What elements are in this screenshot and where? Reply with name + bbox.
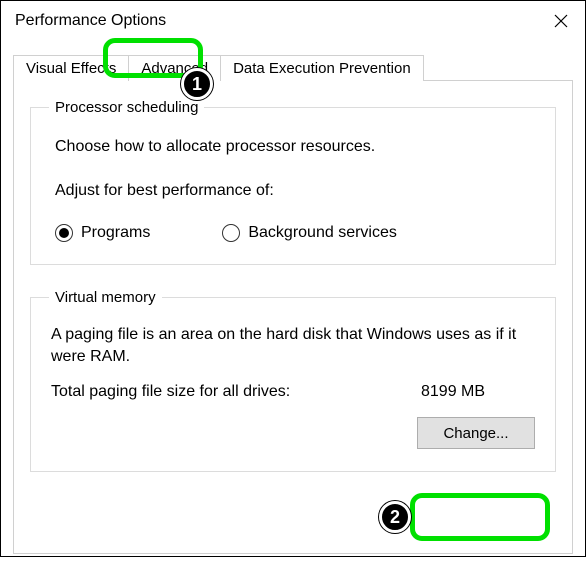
change-button[interactable]: Change...	[417, 417, 535, 449]
tab-panel-advanced: Processor scheduling Choose how to alloc…	[13, 80, 573, 554]
radio-dot-icon	[222, 224, 240, 242]
button-label: Change...	[443, 425, 508, 442]
processor-scheduling-group: Processor scheduling Choose how to alloc…	[30, 99, 556, 265]
performance-options-window: Performance Options Visual Effects Advan…	[0, 0, 586, 557]
window-title: Performance Options	[15, 12, 166, 30]
tab-advanced[interactable]: Advanced	[128, 55, 221, 81]
vm-total-label: Total paging file size for all drives:	[51, 383, 421, 401]
tab-dep[interactable]: Data Execution Prevention	[220, 55, 424, 81]
group-legend: Processor scheduling	[49, 99, 204, 116]
radio-row: Programs Background services	[55, 224, 537, 242]
titlebar: Performance Options	[1, 1, 585, 41]
radio-label: Background services	[248, 224, 397, 242]
virtual-memory-group: Virtual memory A paging file is an area …	[30, 289, 556, 472]
button-row: Change...	[49, 417, 537, 449]
tab-label: Advanced	[141, 60, 208, 77]
close-icon	[554, 14, 568, 28]
group-legend: Virtual memory	[49, 289, 162, 306]
adjust-label: Adjust for best performance of:	[55, 182, 537, 200]
close-button[interactable]	[537, 1, 585, 41]
tab-label: Visual Effects	[26, 60, 116, 77]
processor-desc: Choose how to allocate processor resourc…	[55, 138, 537, 156]
radio-label: Programs	[81, 224, 150, 242]
radio-background-services[interactable]: Background services	[222, 224, 397, 242]
tab-strip: Visual Effects Advanced Data Execution P…	[13, 51, 573, 81]
radio-programs[interactable]: Programs	[55, 224, 150, 242]
vm-total-value: 8199 MB	[421, 383, 485, 401]
radio-dot-icon	[55, 224, 73, 242]
tab-visual-effects[interactable]: Visual Effects	[13, 55, 129, 81]
vm-total-row: Total paging file size for all drives: 8…	[51, 383, 537, 401]
tab-label: Data Execution Prevention	[233, 60, 411, 77]
dialog-content: Visual Effects Advanced Data Execution P…	[1, 41, 585, 567]
vm-desc: A paging file is an area on the hard dis…	[51, 324, 537, 367]
